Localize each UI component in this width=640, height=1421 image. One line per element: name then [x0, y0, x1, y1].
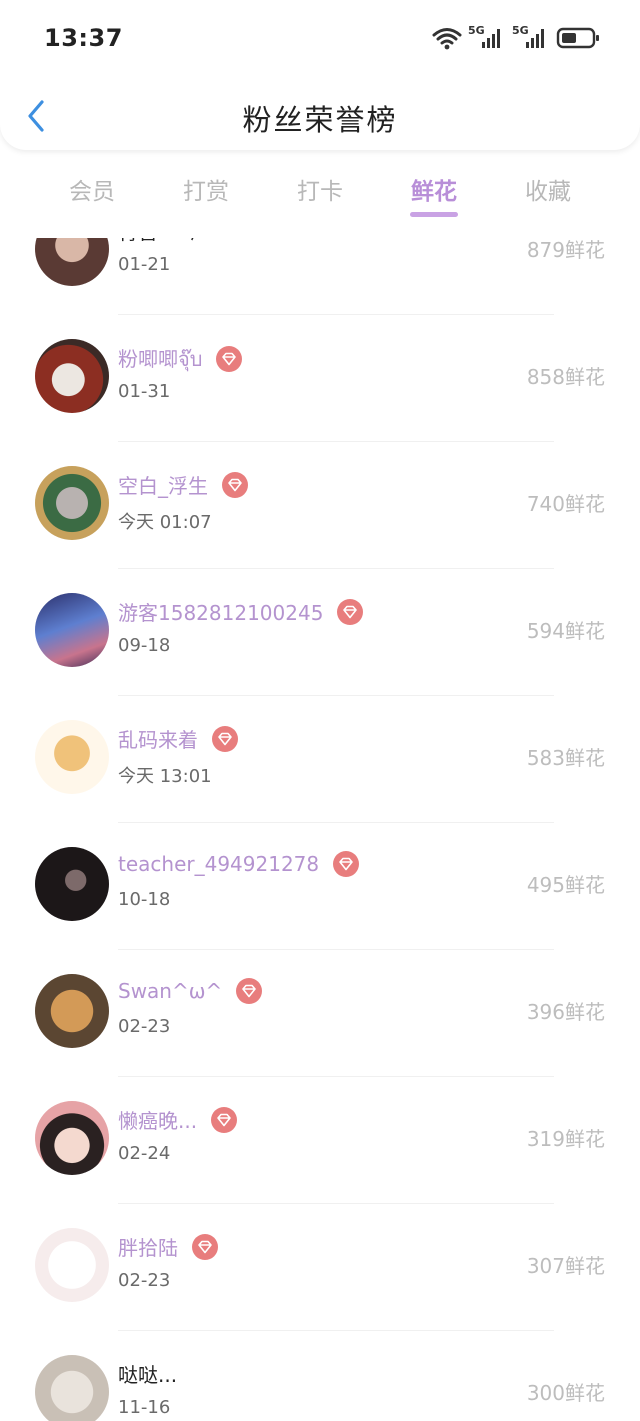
flower-count: 858鲜花 — [526, 365, 605, 389]
signal-2-icon: 5G — [512, 24, 550, 50]
name-line: Swan^ω^ — [118, 978, 263, 1004]
avatar[interactable] — [35, 720, 109, 794]
last-active-date: 10-18 — [118, 889, 171, 910]
avatar[interactable] — [35, 238, 109, 286]
tab-bar: 会员 打赏 打卡 鲜花 收藏 — [0, 160, 640, 220]
name-line: 胖拾陆 — [118, 1232, 218, 1261]
tab-reward[interactable]: 打赏 — [166, 172, 246, 206]
user-name[interactable]: 青害︶ㄣ — [118, 238, 198, 245]
user-name[interactable]: 懒癌晚... — [118, 1105, 197, 1134]
list-item[interactable]: 哒哒... 11-16 300鲜花 — [0, 1331, 640, 1421]
tab-checkin[interactable]: 打卡 — [280, 172, 360, 206]
list-item[interactable]: 空白_浮生今天 01:07 740鲜花 — [0, 442, 640, 569]
avatar[interactable] — [35, 974, 109, 1048]
flower-count: 307鲜花 — [526, 1254, 605, 1278]
last-active-date: 01-31 — [118, 381, 171, 402]
flower-count: 396鲜花 — [526, 1000, 605, 1024]
vip-diamond-icon — [211, 1106, 238, 1133]
system-icons: 5G 5G — [432, 24, 600, 50]
vip-diamond-icon — [192, 1233, 218, 1260]
name-line: 哒哒... — [118, 1359, 177, 1388]
list-item[interactable]: 游客1582812100245 09-18 594鲜花 — [0, 569, 640, 696]
last-active-date: 02-23 — [118, 1270, 171, 1291]
flower-count: 300鲜花 — [526, 1381, 605, 1405]
user-name[interactable]: 粉唧唧จุ๊บ — [118, 343, 202, 375]
last-active-date: 09-18 — [118, 635, 171, 656]
avatar[interactable] — [35, 466, 109, 540]
last-active-date: 11-16 — [118, 1397, 171, 1418]
wifi-icon — [432, 28, 462, 50]
avatar[interactable] — [35, 1228, 109, 1302]
name-line: 懒癌晚... — [118, 1105, 238, 1134]
last-active-date: 01-21 — [118, 254, 171, 275]
vip-diamond-icon — [216, 346, 243, 372]
flower-count: 879鲜花 — [526, 238, 605, 262]
last-active-date: 今天 01:07 — [118, 512, 212, 533]
list-item[interactable]: Swan^ω^ 02-23 396鲜花 — [0, 950, 640, 1077]
list-item[interactable]: 粉唧唧จุ๊บ 01-31 858鲜花 — [0, 315, 640, 442]
user-name[interactable]: 乱码来着 — [118, 724, 198, 753]
name-line: 粉唧唧จุ๊บ — [118, 343, 243, 375]
last-active-date: 02-24 — [118, 1143, 171, 1164]
name-line: teacher_494921278 — [118, 851, 360, 877]
name-line: 青害︶ㄣ — [118, 238, 198, 245]
vip-diamond-icon — [212, 725, 238, 752]
avatar[interactable] — [35, 339, 109, 413]
flower-count: 594鲜花 — [526, 619, 605, 643]
user-name[interactable]: 哒哒... — [118, 1359, 177, 1388]
user-name[interactable]: 游客1582812100245 — [118, 597, 323, 626]
last-active-date: 02-23 — [118, 1016, 171, 1037]
list-item[interactable]: 懒癌晚... 02-24 319鲜花 — [0, 1077, 640, 1204]
list-item[interactable]: teacher_494921278 10-18 495鲜花 — [0, 823, 640, 950]
status-bar: 13:37 5G 5G — [0, 0, 640, 78]
vip-diamond-icon — [236, 978, 263, 1004]
ranking-list-content: 青害︶ㄣ 01-21 879鲜花粉唧唧จุ๊บ 01-31 858鲜花空白_浮生今天 0… — [0, 238, 640, 1421]
user-name[interactable]: teacher_494921278 — [118, 852, 319, 876]
ranking-list[interactable]: 青害︶ㄣ 01-21 879鲜花粉唧唧จุ๊บ 01-31 858鲜花空白_浮生今天 0… — [0, 238, 640, 1421]
name-line: 乱码来着 — [118, 724, 238, 753]
avatar[interactable] — [35, 847, 109, 921]
list-item[interactable]: 青害︶ㄣ 01-21 879鲜花 — [0, 238, 640, 315]
vip-diamond-icon — [333, 851, 360, 877]
active-tab-indicator — [410, 212, 458, 217]
status-time: 13:37 — [44, 24, 123, 52]
signal-1-icon: 5G — [468, 24, 506, 50]
name-line: 空白_浮生 — [118, 470, 248, 499]
avatar[interactable] — [35, 1101, 109, 1175]
vip-diamond-icon — [337, 598, 364, 625]
flower-count: 740鲜花 — [526, 492, 605, 516]
user-name[interactable]: 空白_浮生 — [118, 470, 208, 499]
flower-count: 319鲜花 — [526, 1127, 605, 1151]
avatar[interactable] — [35, 1355, 109, 1421]
flower-count: 583鲜花 — [526, 746, 605, 770]
avatar[interactable] — [35, 593, 109, 667]
list-item[interactable]: 胖拾陆 02-23 307鲜花 — [0, 1204, 640, 1331]
list-item[interactable]: 乱码来着今天 13:01 583鲜花 — [0, 696, 640, 823]
battery-icon — [556, 27, 599, 49]
name-line: 游客1582812100245 — [118, 597, 364, 626]
tab-member[interactable]: 会员 — [52, 172, 132, 206]
flower-count: 495鲜花 — [526, 873, 605, 897]
vip-diamond-icon — [222, 471, 248, 498]
page-title: 粉丝荣誉榜 — [242, 103, 398, 137]
user-name[interactable]: Swan^ω^ — [118, 979, 222, 1003]
tab-collect[interactable]: 收藏 — [508, 172, 588, 206]
last-active-date: 今天 13:01 — [118, 766, 212, 787]
user-name[interactable]: 胖拾陆 — [118, 1232, 178, 1261]
tab-flowers[interactable]: 鲜花 — [394, 172, 474, 206]
